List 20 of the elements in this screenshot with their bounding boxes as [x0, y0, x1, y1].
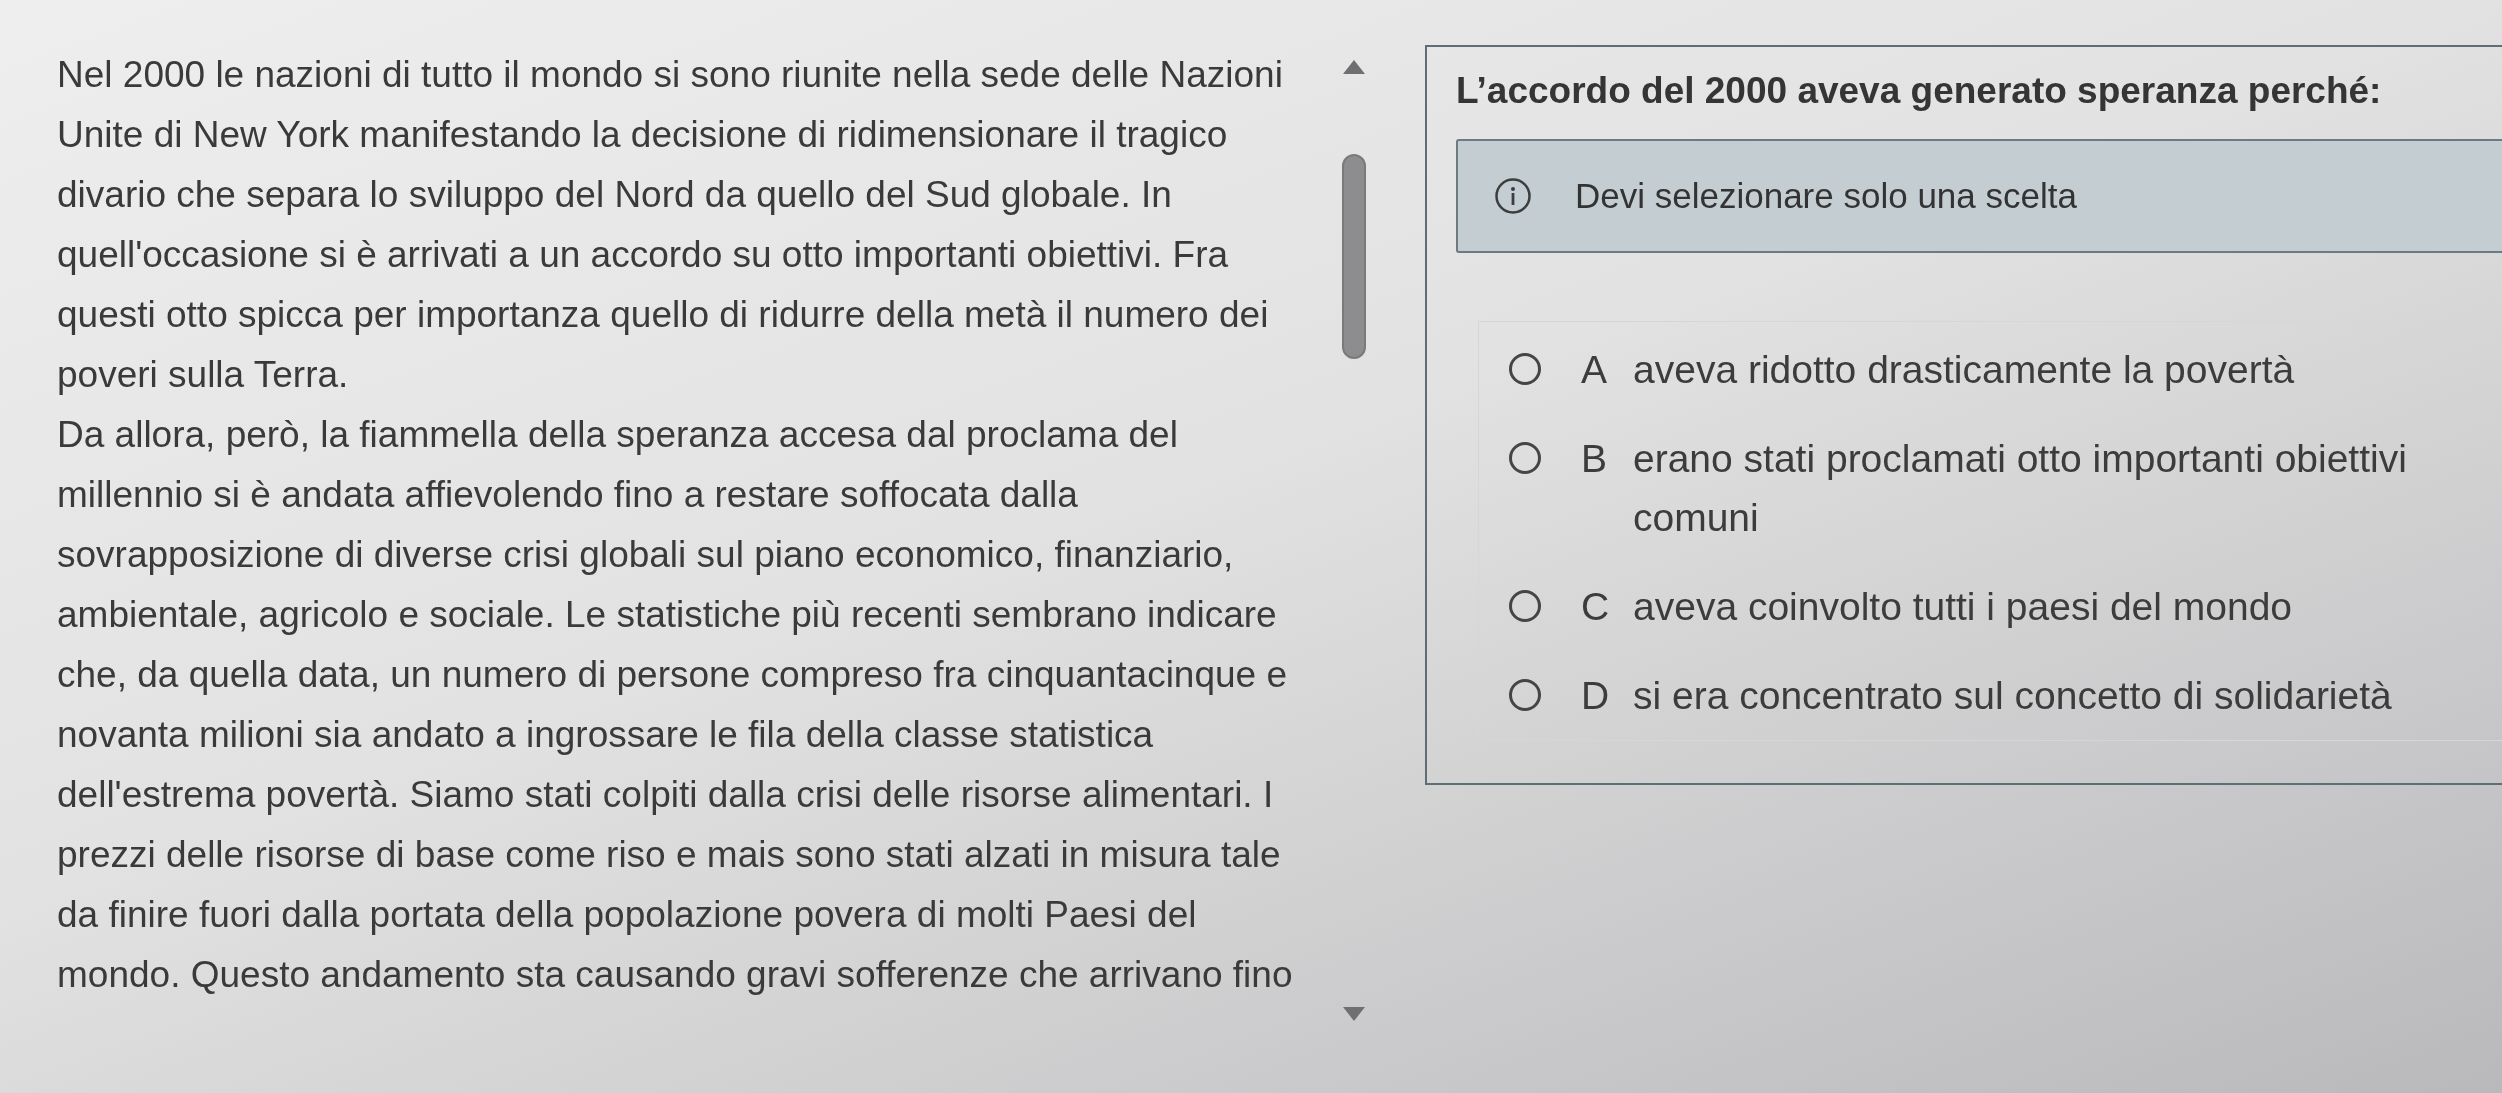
radio-button[interactable] [1509, 442, 1541, 474]
info-icon [1495, 178, 1531, 214]
scroll-down-icon[interactable] [1343, 1007, 1365, 1021]
passage-paragraph: Da allora, però, la fiammella della speranza accesa dal proclama del millennio si è andata affievolendo fino a restare soffocata dalla sovrapposizione di diverse crisi globali sul piano economico, finanziario, ambientale, agricolo e sociale. Le statistiche più recenti sembrano indicare che, da quella data, un numero di persone compreso fra cinquantacinque e novanta milioni sia andato a ingrossare le fila della classe statistica dell'estrema povertà. Siamo stati colpiti dalla crisi delle risorse alimentari. I prezzi delle risorse di base come riso e mais sono stati alzati in misura tale da finire fuori dalla portata della popolazione povera di molti Paesi del mondo. Questo andamento sta causando gravi sofferenze che arrivano fino [57, 413, 1294, 997]
radio-button[interactable] [1509, 679, 1541, 711]
option-letter: C [1581, 584, 1611, 630]
option-text: si era concentrato sul concetto di solidarietà [1633, 673, 2392, 719]
radio-button[interactable] [1509, 353, 1541, 385]
option-text: aveva ridotto drasticamente la povertà [1633, 347, 2295, 393]
option-letter: A [1581, 347, 1608, 393]
option-letter: B [1581, 436, 1608, 482]
question-title: L’accordo del 2000 aveva generato speranza perché: [1456, 69, 2383, 113]
scrollbar-thumb[interactable] [1342, 154, 1366, 359]
option-text: aveva coinvolto tutti i paesi del mondo [1633, 584, 2293, 630]
scroll-up-icon[interactable] [1343, 60, 1365, 74]
notice-text: Devi selezionare solo una scelta [1575, 174, 2077, 217]
option-text: erano stati proclamati otto importanti obiettivi comuni [1633, 436, 2408, 541]
option-letter: D [1581, 673, 1611, 719]
passage-paragraph: Nel 2000 le nazioni di tutto il mondo si sono riunite nella sede delle Nazioni Unite di New York manifestando la decisione di ridimensionare il tragico divario che separa lo sviluppo del Nord da quello del Sud globale. In quell'occasione si è arrivati a un accordo su otto importanti obiettivi. Fra questi otto spicca per importanza quello di ridurre della metà il numero dei poveri sulla Terra. [57, 53, 1284, 397]
radio-button[interactable] [1509, 590, 1541, 622]
